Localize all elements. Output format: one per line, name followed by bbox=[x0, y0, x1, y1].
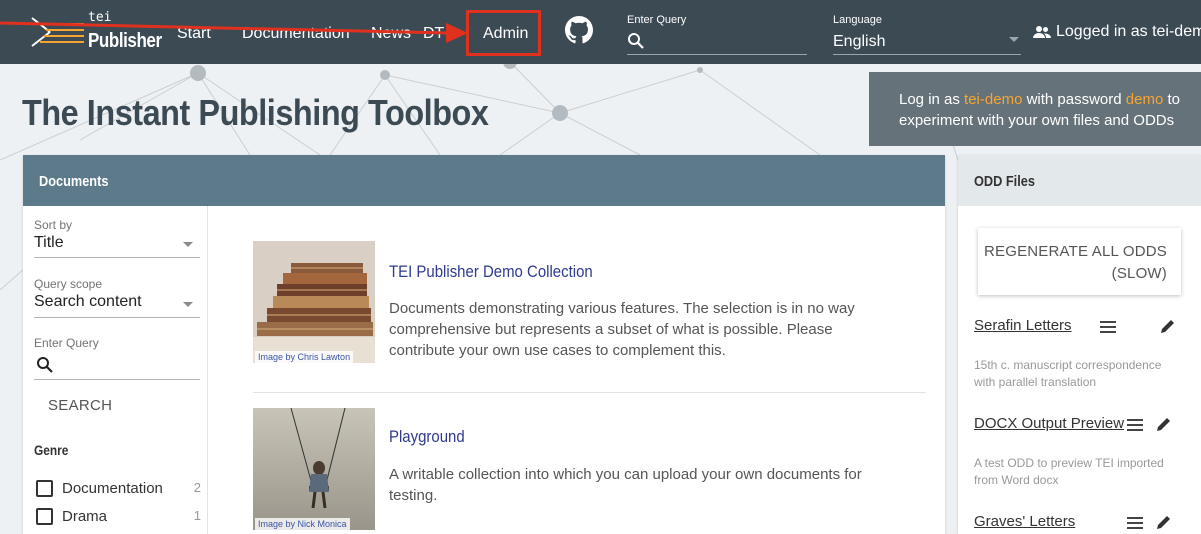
genre-title: Genre bbox=[34, 442, 69, 458]
credit-prefix: Image by bbox=[258, 352, 296, 362]
odd-name-link[interactable]: DOCX Output Preview bbox=[974, 415, 1124, 432]
edit-pencil-icon[interactable] bbox=[1160, 318, 1176, 334]
genre-count: 1 bbox=[193, 508, 201, 523]
login-hint-password: demo bbox=[1125, 91, 1164, 108]
language-underline bbox=[833, 54, 1021, 55]
language-select[interactable]: English bbox=[833, 33, 885, 51]
annotation-arrow bbox=[0, 21, 468, 43]
topbar-query-input[interactable] bbox=[627, 54, 807, 55]
query-input[interactable] bbox=[34, 379, 200, 380]
topbar-query-label: Enter Query bbox=[627, 14, 687, 26]
edit-pencil-icon[interactable] bbox=[1156, 416, 1172, 432]
swing-image-icon bbox=[253, 408, 375, 530]
genre-checkbox[interactable] bbox=[36, 508, 53, 525]
documents-filter-sidebar: Sort by Title Query scope Search content… bbox=[23, 206, 208, 534]
odd-description: 15th c. manuscript correspondence with p… bbox=[974, 358, 1162, 389]
divider bbox=[253, 392, 926, 393]
credit-name[interactable]: Chris Lawton bbox=[298, 352, 351, 362]
chevron-down-icon[interactable] bbox=[183, 302, 193, 307]
menu-icon[interactable] bbox=[1127, 517, 1143, 529]
github-icon[interactable] bbox=[565, 16, 593, 44]
collection-description: Documents demonstrating various features… bbox=[389, 300, 855, 359]
query-label: Enter Query bbox=[34, 336, 99, 350]
credit-name[interactable]: Nick Monica bbox=[298, 519, 347, 529]
genre-name: Documentation bbox=[62, 480, 163, 497]
collection-description: A writable collection into which you can… bbox=[389, 466, 862, 504]
collection-title-link[interactable]: Playground bbox=[389, 427, 465, 447]
collection-thumbnail[interactable]: Image by Nick Monica bbox=[253, 408, 375, 530]
credit-prefix: Image by bbox=[258, 519, 296, 529]
collection-title-link[interactable]: TEI Publisher Demo Collection bbox=[389, 262, 593, 282]
login-hint-middle: with password bbox=[1022, 91, 1126, 108]
query-scope-label: Query scope bbox=[34, 277, 103, 291]
language-label: Language bbox=[833, 14, 882, 26]
query-scope-select[interactable]: Search content bbox=[34, 293, 142, 311]
sort-by-underline bbox=[34, 257, 200, 258]
query-scope-underline bbox=[34, 317, 200, 318]
nav-admin-link[interactable]: Admin bbox=[483, 25, 528, 43]
chevron-down-icon[interactable] bbox=[183, 242, 193, 247]
sort-by-label: Sort by bbox=[34, 218, 73, 232]
odd-files-panel: ODD Files REGENERATE ALL ODDS (SLOW) Ser… bbox=[958, 155, 1201, 534]
genre-row[interactable]: Drama 1 bbox=[36, 507, 201, 527]
page-title: The Instant Publishing Toolbox bbox=[22, 92, 489, 133]
regenerate-odds-button[interactable]: REGENERATE ALL ODDS (SLOW) bbox=[978, 228, 1181, 295]
chevron-down-icon[interactable] bbox=[1009, 37, 1019, 42]
genre-count: 2 bbox=[193, 480, 201, 495]
menu-icon[interactable] bbox=[1100, 321, 1116, 333]
edit-pencil-icon[interactable] bbox=[1156, 514, 1172, 530]
login-hint-prefix: Log in as bbox=[899, 91, 965, 108]
logged-in-status[interactable]: Logged in as tei-demo bbox=[1056, 23, 1201, 41]
odd-name-link[interactable]: Serafin Letters bbox=[974, 317, 1072, 334]
odd-files-header: ODD Files bbox=[958, 155, 1201, 206]
books-image-icon bbox=[253, 241, 375, 363]
login-hint-banner: Log in as tei-demo with password demo to… bbox=[869, 72, 1201, 146]
odd-description: A test ODD to preview TEI imported from … bbox=[974, 456, 1164, 487]
login-hint-user: tei-demo bbox=[964, 91, 1023, 108]
odd-name-link[interactable]: Graves' Letters bbox=[974, 513, 1075, 530]
genre-name: Drama bbox=[62, 508, 108, 525]
odd-files-title: ODD Files bbox=[974, 173, 1035, 190]
search-button[interactable]: SEARCH bbox=[48, 397, 112, 414]
documents-panel: Documents Sort by Title Query scope Sear… bbox=[23, 155, 945, 534]
genre-row[interactable]: Documentation 2 bbox=[36, 479, 201, 499]
documents-header: Documents bbox=[23, 155, 945, 206]
users-icon bbox=[1033, 26, 1051, 38]
collection-thumbnail[interactable]: Image by Chris Lawton bbox=[253, 241, 375, 363]
search-icon[interactable] bbox=[36, 356, 54, 374]
sort-by-select[interactable]: Title bbox=[34, 234, 64, 252]
menu-icon[interactable] bbox=[1127, 419, 1143, 431]
genre-checkbox[interactable] bbox=[36, 480, 53, 497]
image-credit: Image by Chris Lawton bbox=[255, 351, 354, 363]
documents-title: Documents bbox=[39, 173, 109, 190]
image-credit: Image by Nick Monica bbox=[255, 518, 350, 530]
search-icon[interactable] bbox=[627, 32, 645, 50]
